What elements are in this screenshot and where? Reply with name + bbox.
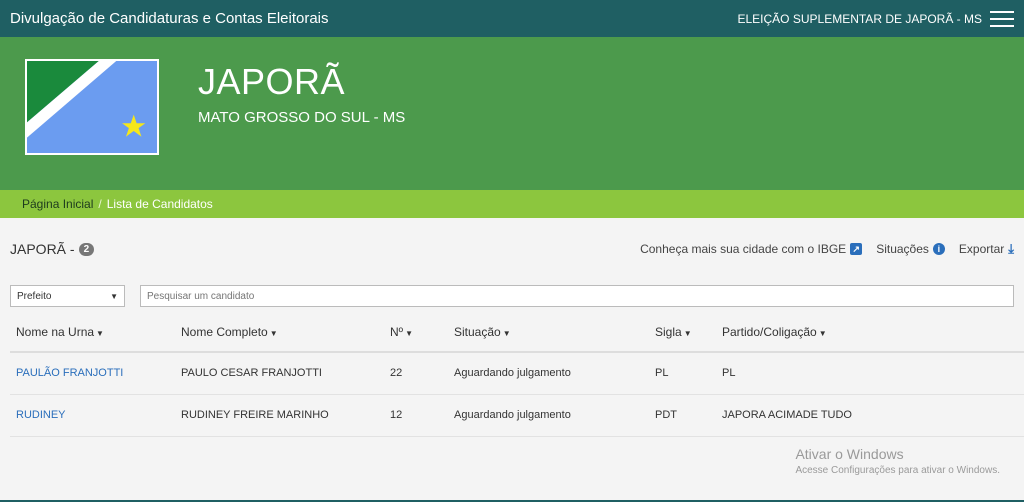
table-row: RUDINEY RUDINEY FREIRE MARINHO 12 Aguard… [10, 394, 1024, 437]
sort-caret-icon: ▼ [269, 328, 278, 338]
export-link[interactable]: Exportar ⤓ [959, 241, 1014, 257]
state-flag [25, 59, 159, 155]
sort-caret-icon: ▼ [683, 328, 692, 338]
sort-caret-icon: ▼ [405, 328, 413, 338]
cell-sigla: PL [649, 352, 716, 395]
candidate-link[interactable]: PAULÃO FRANJOTTI [16, 367, 123, 379]
column-header-numero[interactable]: Nº ▼ [384, 312, 448, 353]
count-badge: 2 [78, 242, 95, 256]
list-title-text: JAPORÃ - [10, 241, 75, 257]
top-bar: Divulgação de Candidaturas e Contas Elei… [0, 0, 1024, 37]
situacoes-link-label: Situações [876, 242, 929, 256]
breadcrumb-current: Lista de Candidatos [106, 197, 213, 211]
ibge-link[interactable]: Conheça mais sua cidade com o IBGE ↗ [640, 242, 863, 256]
header-links: Conheça mais sua cidade com o IBGE ↗ Sit… [640, 241, 1014, 257]
cell-numero: 12 [384, 394, 448, 437]
sort-caret-icon: ▼ [96, 328, 104, 338]
cell-nome-urna: RUDINEY [10, 394, 175, 437]
candidates-table: Nome na Urna ▼ Nome Completo ▼ Nº ▼ Situaçã… [10, 312, 1024, 437]
cell-situacao: Aguardando julgamento [448, 394, 649, 437]
column-header-situacao[interactable]: Situação ▼ [448, 312, 649, 353]
column-header-nome-completo[interactable]: Nome Completo ▼ [175, 312, 384, 353]
filters-row: Prefeito ▼ [10, 281, 1014, 311]
breadcrumb-home[interactable]: Página Inicial [22, 197, 93, 211]
cell-sigla: PDT [649, 394, 716, 437]
cell-partido: PL [716, 352, 1024, 395]
download-icon: ⤓ [1008, 241, 1014, 256]
info-icon: i [932, 243, 945, 255]
watermark-title: Ativar o Windows [795, 446, 904, 462]
city-title: JAPORÃ [198, 61, 346, 102]
situacoes-link[interactable]: Situações i [876, 242, 945, 256]
column-header-nome-urna[interactable]: Nome na Urna ▼ [10, 312, 175, 353]
cell-nome-completo: PAULO CESAR FRANJOTTI [175, 352, 384, 395]
search-input[interactable] [140, 285, 1014, 307]
sort-caret-icon: ▼ [502, 328, 511, 338]
cell-partido: JAPORA ACIMADE TUDO [716, 394, 1024, 437]
main-content: JAPORÃ - 2 Conheça mais sua cidade com o… [0, 218, 1024, 437]
hero-text: JAPORÃ MATO GROSSO DO SUL - MS [198, 59, 405, 126]
cell-nome-completo: RUDINEY FREIRE MARINHO [175, 394, 384, 437]
external-link-icon: ↗ [850, 243, 863, 255]
breadcrumb: Página Inicial / Lista de Candidatos [0, 190, 1024, 218]
election-label: ELEIÇÃO SUPLEMENTAR DE JAPORÃ - MS [737, 11, 983, 26]
office-select-value: Prefeito [17, 290, 52, 302]
hamburger-icon[interactable] [990, 10, 1014, 27]
list-header: JAPORÃ - 2 Conheça mais sua cidade com o… [10, 218, 1014, 280]
cell-nome-urna: PAULÃO FRANJOTTI [10, 352, 175, 395]
ibge-link-label: Conheça mais sua cidade com o IBGE [640, 242, 847, 256]
cell-numero: 22 [384, 352, 448, 395]
export-link-label: Exportar [958, 242, 1005, 256]
column-header-sigla[interactable]: Sigla ▼ [649, 312, 716, 353]
column-header-partido[interactable]: Partido/Coligação ▼ [716, 312, 1024, 353]
app-title[interactable]: Divulgação de Candidaturas e Contas Elei… [10, 10, 329, 27]
candidate-link[interactable]: RUDINEY [16, 409, 66, 421]
breadcrumb-separator: / [98, 197, 102, 211]
watermark-subtitle: Acesse Configurações para ativar o Windo… [795, 465, 1000, 476]
cell-situacao: Aguardando julgamento [448, 352, 649, 395]
state-subtitle: MATO GROSSO DO SUL - MS [198, 109, 406, 126]
list-title: JAPORÃ - 2 [10, 241, 95, 257]
chevron-down-icon: ▼ [110, 291, 118, 301]
topbar-right: ELEIÇÃO SUPLEMENTAR DE JAPORÃ - MS [737, 10, 1014, 27]
office-select[interactable]: Prefeito ▼ [10, 285, 125, 307]
table-row: PAULÃO FRANJOTTI PAULO CESAR FRANJOTTI 2… [10, 352, 1024, 395]
sort-caret-icon: ▼ [818, 328, 827, 338]
windows-activation-watermark: Ativar o Windows Acesse Configurações pa… [795, 446, 1000, 476]
table-header-row: Nome na Urna ▼ Nome Completo ▼ Nº ▼ Situaçã… [10, 312, 1024, 353]
city-banner: JAPORÃ MATO GROSSO DO SUL - MS [0, 37, 1024, 190]
